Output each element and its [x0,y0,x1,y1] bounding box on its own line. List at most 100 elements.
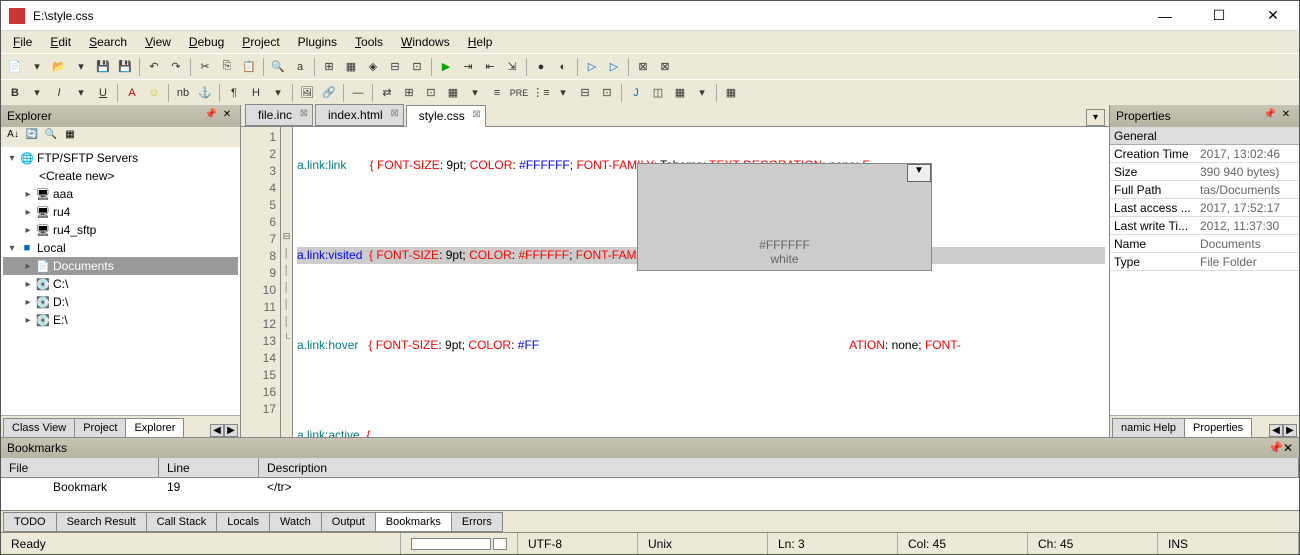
menu-windows[interactable]: Windows [393,33,458,51]
sort-icon[interactable]: A↓ [5,129,21,145]
tab-project[interactable]: Project [74,418,126,437]
nav-right-icon[interactable]: ▶ [1283,424,1297,437]
close-icon[interactable]: ⊠ [390,108,398,119]
saveall-icon[interactable]: 💾 [115,57,135,77]
tab-explorer[interactable]: Explorer [125,418,184,437]
pin-icon[interactable]: 📌 [1268,441,1283,455]
menu-search[interactable]: Search [81,33,135,51]
tree-documents[interactable]: ▸📄Documents [3,257,238,275]
dropdown-icon[interactable]: ▾ [465,83,485,103]
tree-create-new[interactable]: <Create new> [3,167,238,185]
tab-properties[interactable]: Properties [1184,418,1252,437]
save-icon[interactable]: 💾 [93,57,113,77]
tree-server-item[interactable]: ▸🖥ru4 [3,203,238,221]
btn-icon[interactable]: ▦ [341,57,361,77]
tab-search-result[interactable]: Search Result [56,512,147,532]
btn-icon[interactable]: ⊡ [407,57,427,77]
btn-icon[interactable]: ▦ [443,83,463,103]
menu-project[interactable]: Project [234,33,287,51]
tab-call-stack[interactable]: Call Stack [146,512,218,532]
btn-icon[interactable]: ⊞ [399,83,419,103]
nav-right-icon[interactable]: ▶ [224,424,238,437]
pin-icon[interactable]: 📌 [1263,109,1277,123]
btn-icon[interactable]: ⊟ [385,57,405,77]
find-icon[interactable]: 🔍 [268,57,288,77]
redo-icon[interactable]: ↷ [166,57,186,77]
dropdown-icon[interactable]: ▾ [27,57,47,77]
tab-watch[interactable]: Watch [269,512,322,532]
btn-icon[interactable]: ⊡ [421,83,441,103]
dropdown-icon[interactable]: ▾ [692,83,712,103]
new-icon[interactable]: 📄 [5,57,25,77]
tab-errors[interactable]: Errors [451,512,503,532]
tree-server-item[interactable]: ▸🖥aaa [3,185,238,203]
tree-drive[interactable]: ▸💽D:\ [3,293,238,311]
btn-icon[interactable]: ● [531,57,551,77]
close-icon[interactable]: ⊠ [300,108,308,119]
dropdown-icon[interactable]: ▼ [907,164,931,182]
btn-icon[interactable]: ⊟ [575,83,595,103]
menu-debug[interactable]: Debug [181,33,232,51]
tab-output[interactable]: Output [321,512,376,532]
menu-edit[interactable]: Edit [42,33,79,51]
color-icon[interactable]: A [122,83,142,103]
minimize-button[interactable]: — [1147,4,1183,28]
heading-icon[interactable]: H [246,83,266,103]
undo-icon[interactable]: ↶ [144,57,164,77]
play-icon[interactable]: ▷ [582,57,602,77]
play-icon[interactable]: ▷ [604,57,624,77]
pre-icon[interactable]: PRE [509,83,529,103]
close-icon[interactable]: ✕ [1279,109,1293,123]
image-icon[interactable]: 🖼 [297,83,317,103]
dropdown-icon[interactable]: ▾ [553,83,573,103]
find-icon[interactable]: 🔍 [43,129,59,145]
dropdown-icon[interactable]: ▾ [268,83,288,103]
code-editor[interactable]: 1234567891011121314151617 ⊟│││││└ a.link… [241,127,1109,437]
btn-icon[interactable]: ▦ [62,129,78,145]
tab-index-html[interactable]: index.html⊠ [315,104,404,126]
tab-todo[interactable]: TODO [3,512,57,532]
tab-style-css[interactable]: style.css⊠ [406,105,486,127]
step-icon[interactable]: ⇥ [458,57,478,77]
maximize-button[interactable]: ☐ [1201,4,1237,28]
run-icon[interactable]: ▶ [436,57,456,77]
bookmark-row[interactable]: Bookmark 19 </tr> [1,478,1299,496]
close-file-icon[interactable]: ⊠ [655,57,675,77]
tree-drive[interactable]: ▸💽C:\ [3,275,238,293]
menu-plugins[interactable]: Plugins [290,33,345,51]
status-eol[interactable]: Unix [638,533,768,554]
tree-drive[interactable]: ▸💽E:\ [3,311,238,329]
nav-left-icon[interactable]: ◀ [210,424,224,437]
status-encoding[interactable]: UTF-8 [518,533,638,554]
btn-icon[interactable]: ◫ [648,83,668,103]
tab-classview[interactable]: Class View [3,418,75,437]
close-file-icon[interactable]: ⊠ [633,57,653,77]
col-line[interactable]: Line [159,458,259,477]
step-icon[interactable]: ⇲ [502,57,522,77]
btn-icon[interactable]: ▦ [721,83,741,103]
anchor-icon[interactable]: ⚓ [195,83,215,103]
tree-servers[interactable]: ▾🌐FTP/SFTP Servers [3,149,238,167]
btn-icon[interactable]: ◈ [363,57,383,77]
btn-icon[interactable]: ◐ [553,57,573,77]
para-icon[interactable]: ¶ [224,83,244,103]
menu-help[interactable]: Help [460,33,501,51]
pin-icon[interactable]: 📌 [204,109,218,123]
menu-file[interactable]: File [5,33,40,51]
underline-icon[interactable]: U [93,83,113,103]
list-icon[interactable]: ⋮≡ [531,83,551,103]
nbsp-icon[interactable]: nb [173,83,193,103]
copy-icon[interactable]: ⎘ [217,57,237,77]
close-icon[interactable]: ✕ [1283,441,1293,455]
col-desc[interactable]: Description [259,458,1299,477]
btn-icon[interactable]: ⊞ [319,57,339,77]
col-file[interactable]: File [1,458,159,477]
btn-icon[interactable]: ▦ [670,83,690,103]
dropdown-icon[interactable]: ▾ [71,83,91,103]
tab-locals[interactable]: Locals [216,512,270,532]
btn-icon[interactable]: ≡ [487,83,507,103]
dropdown-icon[interactable]: ▾ [71,57,91,77]
btn-icon[interactable]: ⊡ [597,83,617,103]
nav-left-icon[interactable]: ◀ [1269,424,1283,437]
close-button[interactable]: ✕ [1255,4,1291,28]
